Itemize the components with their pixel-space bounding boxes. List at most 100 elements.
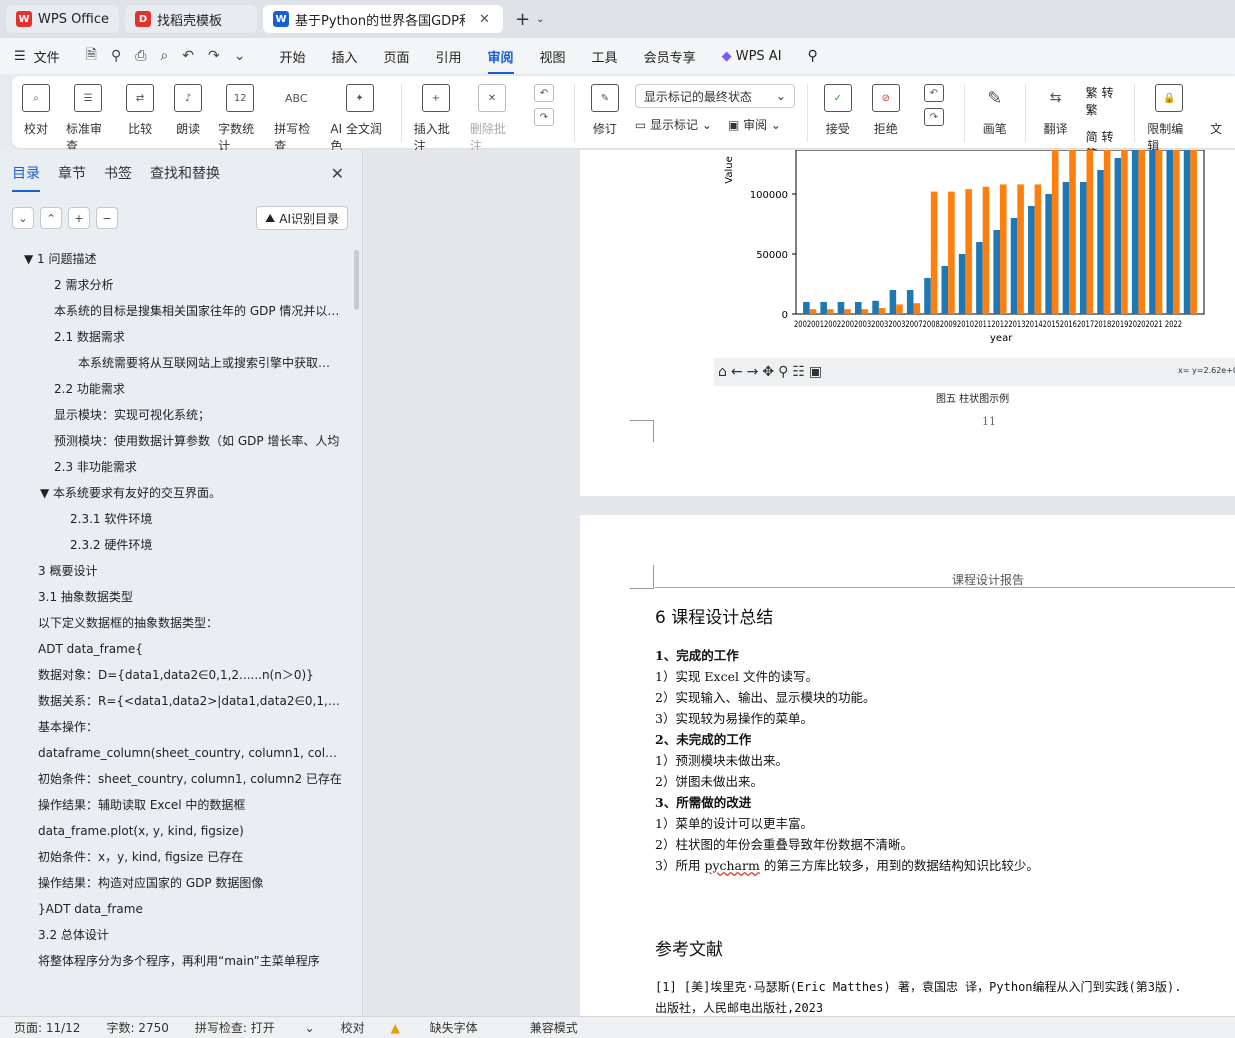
page-indicator[interactable]: 页面: 11/12	[14, 1019, 80, 1036]
toc-item[interactable]: 操作结果：构造对应国家的 GDP 数据图像	[0, 870, 350, 896]
toc-item[interactable]: 预测模块：使用数据计算参数（如 GDP 增长率、人均	[0, 428, 350, 454]
figure-toolbar: ⌂ ← → ✥ ⚲ ☷ ▣ x= y=2.62e+0	[714, 358, 1235, 386]
redo-icon[interactable]: ↷	[208, 48, 220, 64]
accept-button[interactable]: ✓ 接受	[820, 84, 856, 137]
toc-item[interactable]: 2.2 功能需求	[0, 376, 350, 402]
toc-item[interactable]: 2 需求分析	[0, 272, 350, 298]
menu-home[interactable]: 开始	[279, 47, 305, 66]
toc-item[interactable]: data_frame.plot(x, y, kind, figsize)	[0, 818, 350, 844]
menu-reference[interactable]: 引用	[436, 47, 462, 66]
toc-item[interactable]: 数据对象：D={data1,data2∈0,1,2......n(n＞0)}	[0, 662, 350, 688]
toc-item[interactable]: 初始条件：sheet_country, column1, column2 已存在	[0, 766, 350, 792]
pan-icon[interactable]: ✥	[762, 364, 774, 380]
zoom-icon[interactable]: ⚲	[778, 364, 788, 380]
menu-member[interactable]: 会员专享	[644, 47, 696, 66]
compare-button[interactable]: ⇄ 比较	[122, 84, 158, 137]
translate-button[interactable]: ⇆ 翻译	[1038, 84, 1074, 137]
menu-wps-ai[interactable]: ◆ WPS AI	[722, 49, 782, 64]
toc-item[interactable]: 将整体程序分为多个程序，再利用“main”主菜单程序	[0, 948, 350, 974]
toc-item[interactable]: 操作结果：辅助读取 Excel 中的数据框	[0, 792, 350, 818]
delete-comment-button[interactable]: ✕ 删除批注	[470, 84, 514, 154]
menu-tools[interactable]: 工具	[592, 47, 618, 66]
toc-item[interactable]: dataframe_column(sheet_country, column1,…	[0, 740, 350, 766]
toc-item[interactable]: 基本操作：	[0, 714, 350, 740]
collapse-button[interactable]: ⌄	[12, 207, 34, 229]
tab-chapters[interactable]: 章节	[58, 163, 86, 183]
to-traditional-button[interactable]: 繁 转繁	[1086, 84, 1123, 118]
spell-check-button[interactable]: ABC 拼写检查	[274, 84, 318, 154]
menu-review[interactable]: 审阅	[487, 47, 514, 74]
toc-item[interactable]: 数据关系：R={<data1,data2>|data1,data2∈0,1,2.…	[0, 688, 350, 714]
menu-insert[interactable]: 插入	[331, 47, 357, 66]
show-markup-button[interactable]: ▭ 显示标记 ⌄	[635, 116, 712, 133]
toc-item[interactable]: 以下定义数据框的抽象数据类型：	[0, 610, 350, 636]
back-icon[interactable]: ←	[731, 364, 743, 380]
ai-toc-button[interactable]: ⛰ AI识别目录	[256, 206, 348, 230]
toc-item[interactable]: 显示模块：实现可视化系统；	[0, 402, 350, 428]
ai-polish-button[interactable]: ✦ AI 全文润色	[330, 84, 388, 154]
compat-mode[interactable]: 兼容模式	[530, 1019, 578, 1036]
tab-toc[interactable]: 目录	[12, 163, 40, 192]
chevron-down-icon[interactable]: ⌄	[536, 14, 544, 25]
toc-item[interactable]: ADT data_frame{	[0, 636, 350, 662]
reject-button[interactable]: ⊘ 拒绝	[868, 84, 904, 137]
close-icon[interactable]: ✕	[331, 164, 344, 183]
remove-heading-button[interactable]: −	[96, 207, 118, 229]
save-icon[interactable]: 🗎	[86, 44, 97, 68]
toc-item[interactable]: 3.2 总体设计	[0, 922, 350, 948]
restrict-edit-button[interactable]: 🔒 限制编辑	[1147, 84, 1191, 154]
tab-bookmarks[interactable]: 书签	[104, 163, 132, 183]
scrollbar[interactable]	[354, 250, 359, 310]
word-count[interactable]: 字数: 2750	[106, 1019, 168, 1036]
tab-document[interactable]: W 基于Python的世界各国GDP和 ✕	[263, 5, 504, 33]
link-icon[interactable]: ⚲	[111, 48, 121, 64]
proof-button[interactable]: ⌕ 校对	[18, 84, 54, 137]
pen-button[interactable]: ✎ 画笔	[977, 84, 1013, 137]
menu-page[interactable]: 页面	[383, 47, 409, 66]
proof-status[interactable]: 校对	[341, 1019, 365, 1036]
read-aloud-button[interactable]: ♪ 朗读	[170, 84, 206, 137]
missing-font[interactable]: ▲ 缺失字体	[391, 1019, 504, 1036]
add-heading-button[interactable]: +	[68, 207, 90, 229]
toc-item[interactable]: 2.3 非功能需求	[0, 454, 350, 480]
toc-item[interactable]: 本系统需要将从互联网站上或搜索引擎中获取的数据	[0, 350, 350, 376]
toc-item[interactable]: }ADT data_frame	[0, 896, 350, 922]
hamburger-icon[interactable]: ☰	[14, 49, 26, 64]
toc-item[interactable]: 3 概要设计	[0, 558, 350, 584]
change-nav-buttons[interactable]: ↶ ↷	[916, 84, 952, 126]
spell-check-status[interactable]: 拼写检查: 打开 ⌄	[195, 1019, 315, 1036]
word-count-button[interactable]: 12 字数统计	[218, 84, 262, 154]
new-tab-icon[interactable]: +	[515, 9, 530, 30]
tab-find-replace[interactable]: 查找和替换	[150, 163, 220, 183]
ribbon-more-button[interactable]: 文	[1203, 84, 1229, 137]
undo-icon[interactable]: ↶	[182, 48, 194, 64]
toc-item[interactable]: 本系统的目标是搜集相关国家往年的 GDP 情况并以可视化方式	[0, 298, 350, 324]
review-pane-button[interactable]: ▣ 审阅 ⌄	[728, 116, 781, 133]
close-tab-icon[interactable]: ✕	[479, 12, 490, 27]
more-icon[interactable]: ⌄	[234, 48, 246, 64]
comment-nav-buttons[interactable]: ↶ ↷	[526, 84, 562, 126]
tab-template[interactable]: D 找稻壳模板	[125, 5, 258, 33]
search-icon[interactable]: ⚲	[808, 48, 818, 64]
menu-file[interactable]: 文件	[34, 47, 60, 66]
forward-icon[interactable]: →	[747, 364, 759, 380]
standard-review-button[interactable]: ☰ 标准审查	[66, 84, 110, 154]
display-mode-select[interactable]: 显示标记的最终状态 ⌄	[634, 84, 795, 108]
save-figure-icon[interactable]: ▣	[809, 364, 822, 380]
insert-comment-button[interactable]: + 插入批注	[414, 84, 458, 154]
print-preview-icon[interactable]: ⌕	[160, 48, 168, 64]
tab-wps-office[interactable]: W WPS Office	[6, 5, 120, 33]
toc-item[interactable]: 3.1 抽象数据类型	[0, 584, 350, 610]
menu-view[interactable]: 视图	[540, 47, 566, 66]
toc-item[interactable]: 2.3.1 软件环境	[0, 506, 350, 532]
toc-item[interactable]: 2.3.2 硬件环境	[0, 532, 350, 558]
toc-item[interactable]: 2.1 数据需求	[0, 324, 350, 350]
toc-item[interactable]: ▼ 1 问题描述	[0, 246, 350, 272]
configure-icon[interactable]: ☷	[792, 364, 805, 380]
expand-button[interactable]: ⌃	[40, 207, 62, 229]
toc-item[interactable]: ▼ 本系统要求有友好的交互界面。	[0, 480, 350, 506]
toc-item[interactable]: 初始条件：x，y, kind, figsize 已存在	[0, 844, 350, 870]
home-icon[interactable]: ⌂	[718, 364, 727, 380]
revise-button[interactable]: ✎ 修订	[587, 84, 623, 137]
print-icon[interactable]: ⎙	[135, 48, 146, 64]
